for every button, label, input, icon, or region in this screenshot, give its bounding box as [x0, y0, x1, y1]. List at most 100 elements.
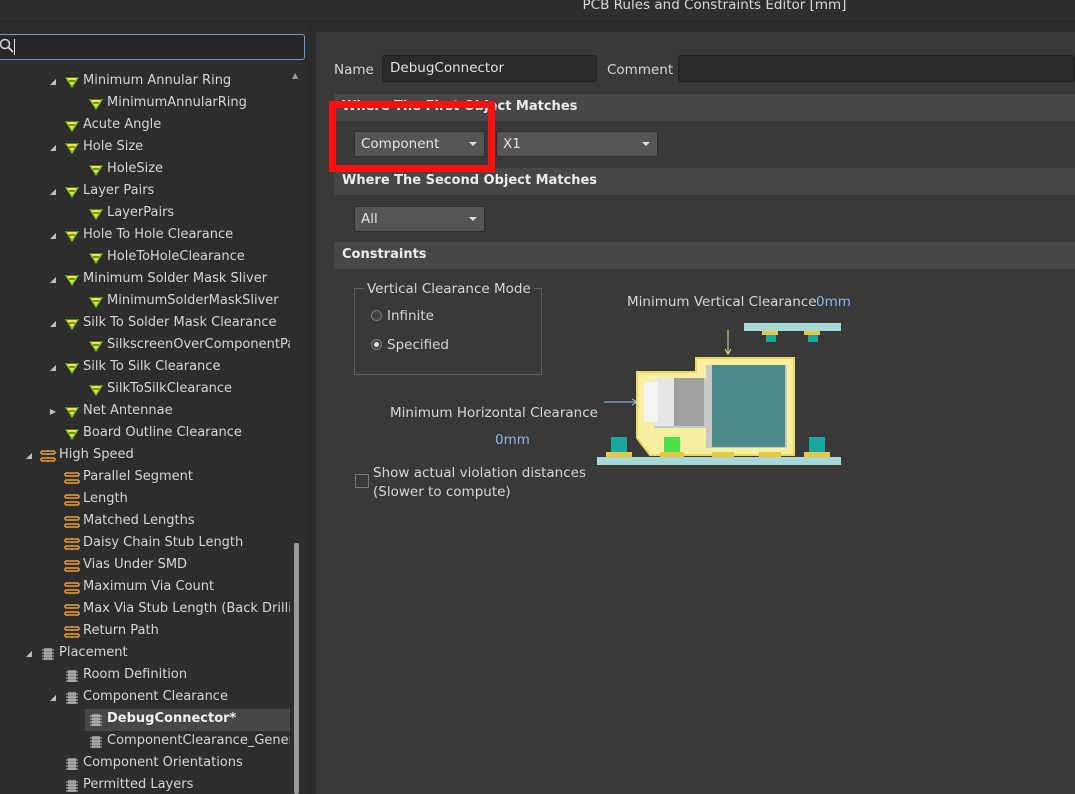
rule-comment-input[interactable]: [678, 55, 1075, 82]
tree-item[interactable]: Component Orientations: [0, 753, 290, 775]
placement-icon: [64, 668, 80, 684]
placement-icon: [40, 646, 56, 662]
rule-icon: [64, 272, 80, 288]
tree-item[interactable]: ◢ Hole To Hole Clearance: [0, 225, 290, 247]
tree-item-label: Minimum Annular Ring: [83, 73, 232, 88]
search-input[interactable]: [13, 37, 299, 57]
tree-item[interactable]: ◢ Placement: [0, 643, 290, 665]
collapse-arrow-icon[interactable]: ◢: [48, 229, 58, 243]
tree-item-label: Layer Pairs: [83, 183, 155, 198]
rule-name-input[interactable]: DebugConnector: [382, 55, 597, 82]
expand-arrow-icon[interactable]: ▶: [48, 405, 58, 419]
rule-icon: [64, 74, 80, 90]
tree-item-label: Component Orientations: [83, 755, 243, 770]
second-object-type-dropdown[interactable]: All: [354, 206, 485, 232]
tree-item-label: Max Via Stub Length (Back Drilling): [83, 601, 290, 616]
tree-item[interactable]: Max Via Stub Length (Back Drilling): [0, 599, 290, 621]
collapse-arrow-icon[interactable]: ◢: [48, 317, 58, 331]
tree-item[interactable]: Return Path: [0, 621, 290, 643]
highspeed-icon: [64, 580, 80, 596]
tree-item[interactable]: ◢ Minimum Solder Mask Sliver: [0, 269, 290, 291]
highspeed-icon: [64, 470, 80, 486]
tree-item-label: Room Definition: [83, 667, 188, 682]
tree-item[interactable]: MinimumAnnularRing: [0, 93, 290, 115]
tree-item[interactable]: Permitted Layers: [0, 775, 290, 794]
tree-item[interactable]: ◢ Hole Size: [0, 137, 290, 159]
min-horizontal-clearance-value[interactable]: 0mm: [495, 432, 530, 448]
tree-item-label: HoleToHoleClearance: [107, 249, 245, 264]
radio-specified[interactable]: [371, 339, 382, 350]
min-vertical-clearance-value[interactable]: 0mm: [816, 294, 851, 310]
tree-item[interactable]: Acute Angle: [0, 115, 290, 137]
collapse-arrow-icon[interactable]: ◢: [48, 75, 58, 89]
min-horizontal-clearance-label: Minimum Horizontal Clearance: [390, 405, 598, 421]
second-object-type-value: All: [361, 211, 378, 227]
tree-item[interactable]: ◢ Silk To Solder Mask Clearance: [0, 313, 290, 335]
window-title: PCB Rules and Constraints Editor [mm]: [582, 0, 847, 13]
tree-item-label: SilkToSilkClearance: [107, 381, 233, 396]
radio-specified-label[interactable]: Specified: [387, 337, 449, 353]
tree-item[interactable]: Parallel Segment: [0, 467, 290, 489]
collapse-arrow-icon[interactable]: ◢: [48, 185, 58, 199]
search-box[interactable]: [0, 34, 305, 60]
collapse-arrow-icon[interactable]: ◢: [24, 449, 34, 463]
tree-item[interactable]: Daisy Chain Stub Length: [0, 533, 290, 555]
tree-item[interactable]: DebugConnector*: [0, 709, 290, 731]
tree-item[interactable]: Matched Lengths: [0, 511, 290, 533]
tree-item[interactable]: LayerPairs: [0, 203, 290, 225]
collapse-arrow-icon[interactable]: ◢: [48, 361, 58, 375]
tree-item[interactable]: ◢ High Speed: [0, 445, 290, 467]
tree-item[interactable]: Length: [0, 489, 290, 511]
tree-item[interactable]: HoleSize: [0, 159, 290, 181]
tree-item[interactable]: ◢ Minimum Annular Ring: [0, 71, 290, 93]
tree-scrollbar[interactable]: ▲: [290, 71, 302, 794]
tree-item[interactable]: ◢ Component Clearance: [0, 687, 290, 709]
collapse-arrow-icon[interactable]: ◢: [48, 273, 58, 287]
highspeed-icon: [40, 448, 56, 464]
rule-icon: [88, 162, 104, 178]
tree-item-label: ComponentClearance_General: [107, 733, 290, 748]
collapse-arrow-icon[interactable]: ◢: [48, 141, 58, 155]
rule-icon: [64, 360, 80, 376]
constraints-header: Constraints: [334, 242, 1075, 269]
tree-item-label: SilkscreenOverComponentPad: [107, 337, 290, 352]
scroll-up-arrow-icon[interactable]: ▲: [292, 71, 298, 80]
scroll-thumb[interactable]: [294, 543, 299, 794]
rule-icon: [88, 250, 104, 266]
highspeed-icon: [64, 492, 80, 508]
rule-icon: [64, 316, 80, 332]
rule-icon: [64, 426, 80, 442]
radio-infinite[interactable]: [371, 310, 382, 321]
collapse-arrow-icon[interactable]: ◢: [24, 647, 34, 661]
tree-item-label: MinimumSolderMaskSliver: [107, 293, 279, 308]
rule-icon: [88, 382, 104, 398]
tree-item-label: Return Path: [83, 623, 159, 638]
tree-item[interactable]: Room Definition: [0, 665, 290, 687]
tree-item[interactable]: SilkscreenOverComponentPad: [0, 335, 290, 357]
first-object-value-dropdown[interactable]: X1: [496, 131, 658, 157]
tree-item[interactable]: ▶ Net Antennae: [0, 401, 290, 423]
tree-item[interactable]: Maximum Via Count: [0, 577, 290, 599]
tree-item[interactable]: SilkToSilkClearance: [0, 379, 290, 401]
radio-infinite-label[interactable]: Infinite: [387, 308, 434, 324]
tree-item[interactable]: HoleToHoleClearance: [0, 247, 290, 269]
show-violation-checkbox[interactable]: [355, 474, 369, 488]
chevron-down-icon: [469, 217, 477, 221]
title-bar: PCB Rules and Constraints Editor [mm]: [0, 0, 1075, 22]
tree-item-label: Component Clearance: [83, 689, 228, 704]
rule-icon: [64, 228, 80, 244]
tree-item[interactable]: ◢ Silk To Silk Clearance: [0, 357, 290, 379]
show-violation-label[interactable]: Show actual violation distances: [373, 465, 586, 481]
tree-item[interactable]: MinimumSolderMaskSliver: [0, 291, 290, 313]
rule-icon: [64, 118, 80, 134]
tree-item-label: Daisy Chain Stub Length: [83, 535, 244, 550]
first-object-value: X1: [503, 136, 521, 152]
tree-item-label: Acute Angle: [83, 117, 162, 132]
tree-item[interactable]: Vias Under SMD: [0, 555, 290, 577]
collapse-arrow-icon[interactable]: ◢: [48, 691, 58, 705]
tree-item[interactable]: Board Outline Clearance: [0, 423, 290, 445]
tree-item[interactable]: ComponentClearance_General: [0, 731, 290, 753]
highspeed-icon: [64, 624, 80, 640]
tree-item[interactable]: ◢ Layer Pairs: [0, 181, 290, 203]
placement-icon: [88, 734, 104, 750]
